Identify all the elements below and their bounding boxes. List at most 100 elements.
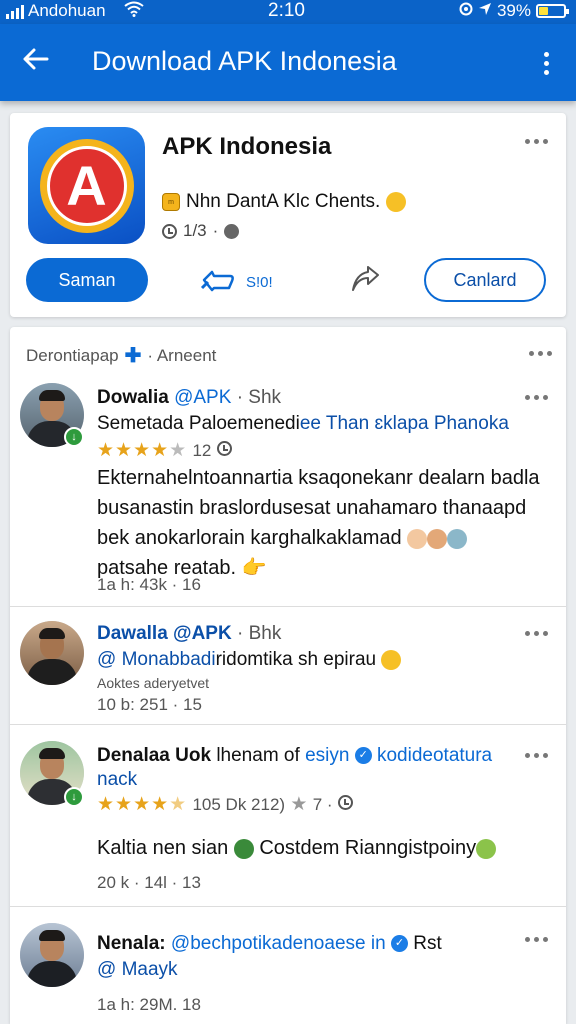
post-time: · Bhk	[236, 623, 282, 644]
author-handle[interactable]: @APK	[174, 387, 231, 408]
signal-strength-icon	[6, 3, 24, 19]
status-time: 2:10	[268, 0, 305, 21]
app-name: APK Indonesia	[162, 133, 332, 160]
tagline-text: Nhn DantA Klc Chents.	[186, 191, 381, 212]
avatar[interactable]	[20, 621, 84, 685]
post-stats: 20 k · 14l · 13	[97, 873, 201, 892]
body-text: Ekternahelntoannartia ksaqonekanr dealar…	[97, 467, 540, 549]
app-logo[interactable]: A	[28, 127, 145, 244]
earth-emoji-icon	[233, 838, 254, 859]
save-button[interactable]: Saman	[26, 258, 148, 302]
carrier-group: Andohuan	[6, 1, 106, 21]
battery-percent: 39%	[496, 1, 531, 20]
comment-post: ↓ Dowalia @APK · Shk Semetada Paloemened…	[10, 371, 566, 607]
author-handle-2[interactable]: kodideotatura	[377, 745, 492, 766]
meta-sep: ·	[212, 221, 219, 240]
wifi-icon	[124, 1, 144, 22]
body-text: Kaltia nen sian	[97, 837, 229, 859]
rating-count: 12	[192, 441, 212, 460]
post-stats: 10 b: 251 · 15	[97, 695, 202, 714]
location-icon	[478, 1, 492, 21]
back-button[interactable]	[18, 44, 52, 78]
post-headline: Semetada Paloemenediee Than ɛklapa Phano…	[97, 413, 509, 435]
face-emoji-icon	[476, 838, 497, 859]
face-emoji-icon	[407, 528, 428, 549]
thumbs-up-icon	[200, 268, 236, 296]
app-tagline: m Nhn DantA Klc Chents.	[162, 191, 407, 213]
author-tail: Rst	[413, 933, 442, 954]
section-more-icon[interactable]	[529, 351, 552, 356]
post-author: Dawalla @APK · Bhk	[97, 623, 281, 645]
comments-feed: Derontiapap ✚ · Arneent ↓ Dowalia @APK ·…	[10, 327, 566, 1024]
post-author: Nenala: @bechpotikadenoaese in ✓ Rst	[97, 933, 442, 955]
verified-icon: ✓	[390, 935, 408, 953]
more-vertical-icon[interactable]	[532, 46, 560, 80]
face-emoji-icon	[427, 528, 448, 549]
author-handle[interactable]: @bechpotikadenoaese in	[171, 933, 386, 954]
status-right: 39%	[459, 1, 569, 21]
post-stats: 1a h: 29M. 18	[97, 995, 201, 1014]
card-more-icon[interactable]	[525, 139, 548, 144]
app-info-card: A APK Indonesia m Nhn DantA Klc Chents. …	[10, 113, 566, 317]
comment-post: Dawalla @APK · Bhk @ Monabbadiridomtika …	[10, 607, 566, 725]
post-body: Kaltia nen sian Costdem Rianngistpoiny	[97, 833, 547, 863]
post-subline: Aoktes aderyetvet	[97, 675, 210, 691]
clock-icon	[162, 223, 177, 239]
like-button[interactable]: S!0!	[200, 268, 273, 296]
post-rating-row: ★★★★★ 12	[97, 439, 232, 462]
app-version: 1/3	[183, 221, 207, 240]
verified-icon: ✓	[354, 747, 372, 765]
post-rating-row: ★★★★★ 105 Dk 212) ★ 7 ·	[97, 793, 353, 816]
post-headline: @ Monabbadiridomtika sh epirau	[97, 649, 402, 671]
headline-part2: ee Than ɛklapa Phanoka	[299, 413, 509, 434]
app-meta: 1/3 ·	[162, 221, 240, 241]
star-rating-icon: ★★★★★	[97, 440, 188, 461]
globe-icon	[224, 223, 240, 239]
post-more-icon[interactable]	[525, 395, 548, 400]
headline-part1: Semetada Paloemenedi	[97, 413, 300, 434]
post-more-icon[interactable]	[525, 753, 548, 758]
share-arrow-icon	[350, 266, 380, 298]
face-emoji-icon	[447, 528, 468, 549]
handle-wrap[interactable]: nack	[97, 769, 137, 791]
author-name-rest: lhenam of	[216, 745, 300, 766]
section-title: Derontiapap	[26, 345, 119, 365]
post-stats: 1a h: 43k · 16	[97, 575, 201, 594]
post-body: Ekternahelntoannartia ksaqonekanr dealar…	[97, 463, 547, 583]
app-bar: Download APK Indonesia	[0, 24, 576, 101]
status-bar: Andohuan 2:10 39%	[0, 0, 576, 24]
clock-icon	[337, 795, 353, 810]
plus-icon[interactable]: ✚	[125, 343, 142, 368]
like-count: S!0!	[246, 273, 273, 291]
smile-emoji-icon	[386, 192, 407, 212]
download-badge-icon: ↓	[64, 787, 84, 807]
author-name[interactable]: Denalaa Uok	[97, 745, 211, 766]
comment-post: Nenala: @bechpotikadenoaese in ✓ Rst @ M…	[10, 907, 566, 1024]
post-more-icon[interactable]	[525, 937, 548, 942]
section-header: Derontiapap ✚ · Arneent	[26, 343, 216, 368]
author-name[interactable]: Dowalia	[97, 387, 169, 408]
body-text-2: Costdem Rianngistpoiny	[259, 837, 477, 859]
share-button[interactable]	[350, 266, 380, 299]
tag-icon: m	[162, 193, 180, 211]
page-title: Download APK Indonesia	[92, 46, 397, 76]
mention-text[interactable]: @ Monabbadi	[97, 649, 216, 670]
post-more-icon[interactable]	[525, 631, 548, 636]
star-rating-icon: ★★★★★	[97, 794, 188, 815]
headline-part2: ridomtika sh epirau	[215, 649, 377, 670]
author-handle[interactable]: esiyn	[305, 745, 349, 766]
post-time: · Shk	[236, 387, 282, 408]
smile-emoji-icon	[381, 649, 402, 670]
rating-tail: 7 ·	[312, 795, 333, 814]
comment-post: ↓ Denalaa Uok lhenam of esiyn ✓ kodideot…	[10, 725, 566, 907]
back-arrow-icon	[21, 47, 49, 76]
avatar[interactable]	[20, 923, 84, 987]
author-name[interactable]: Dawalla @APK	[97, 623, 232, 644]
cancel-button[interactable]: Canlard	[424, 258, 546, 302]
mention-text[interactable]: @ Maayk	[97, 959, 178, 981]
alarm-icon	[459, 1, 473, 21]
section-subtitle: · Arneent	[147, 345, 217, 365]
post-author: Denalaa Uok lhenam of esiyn ✓ kodideotat…	[97, 745, 492, 767]
download-badge-icon: ↓	[64, 427, 84, 447]
author-name[interactable]: Nenala:	[97, 933, 166, 954]
